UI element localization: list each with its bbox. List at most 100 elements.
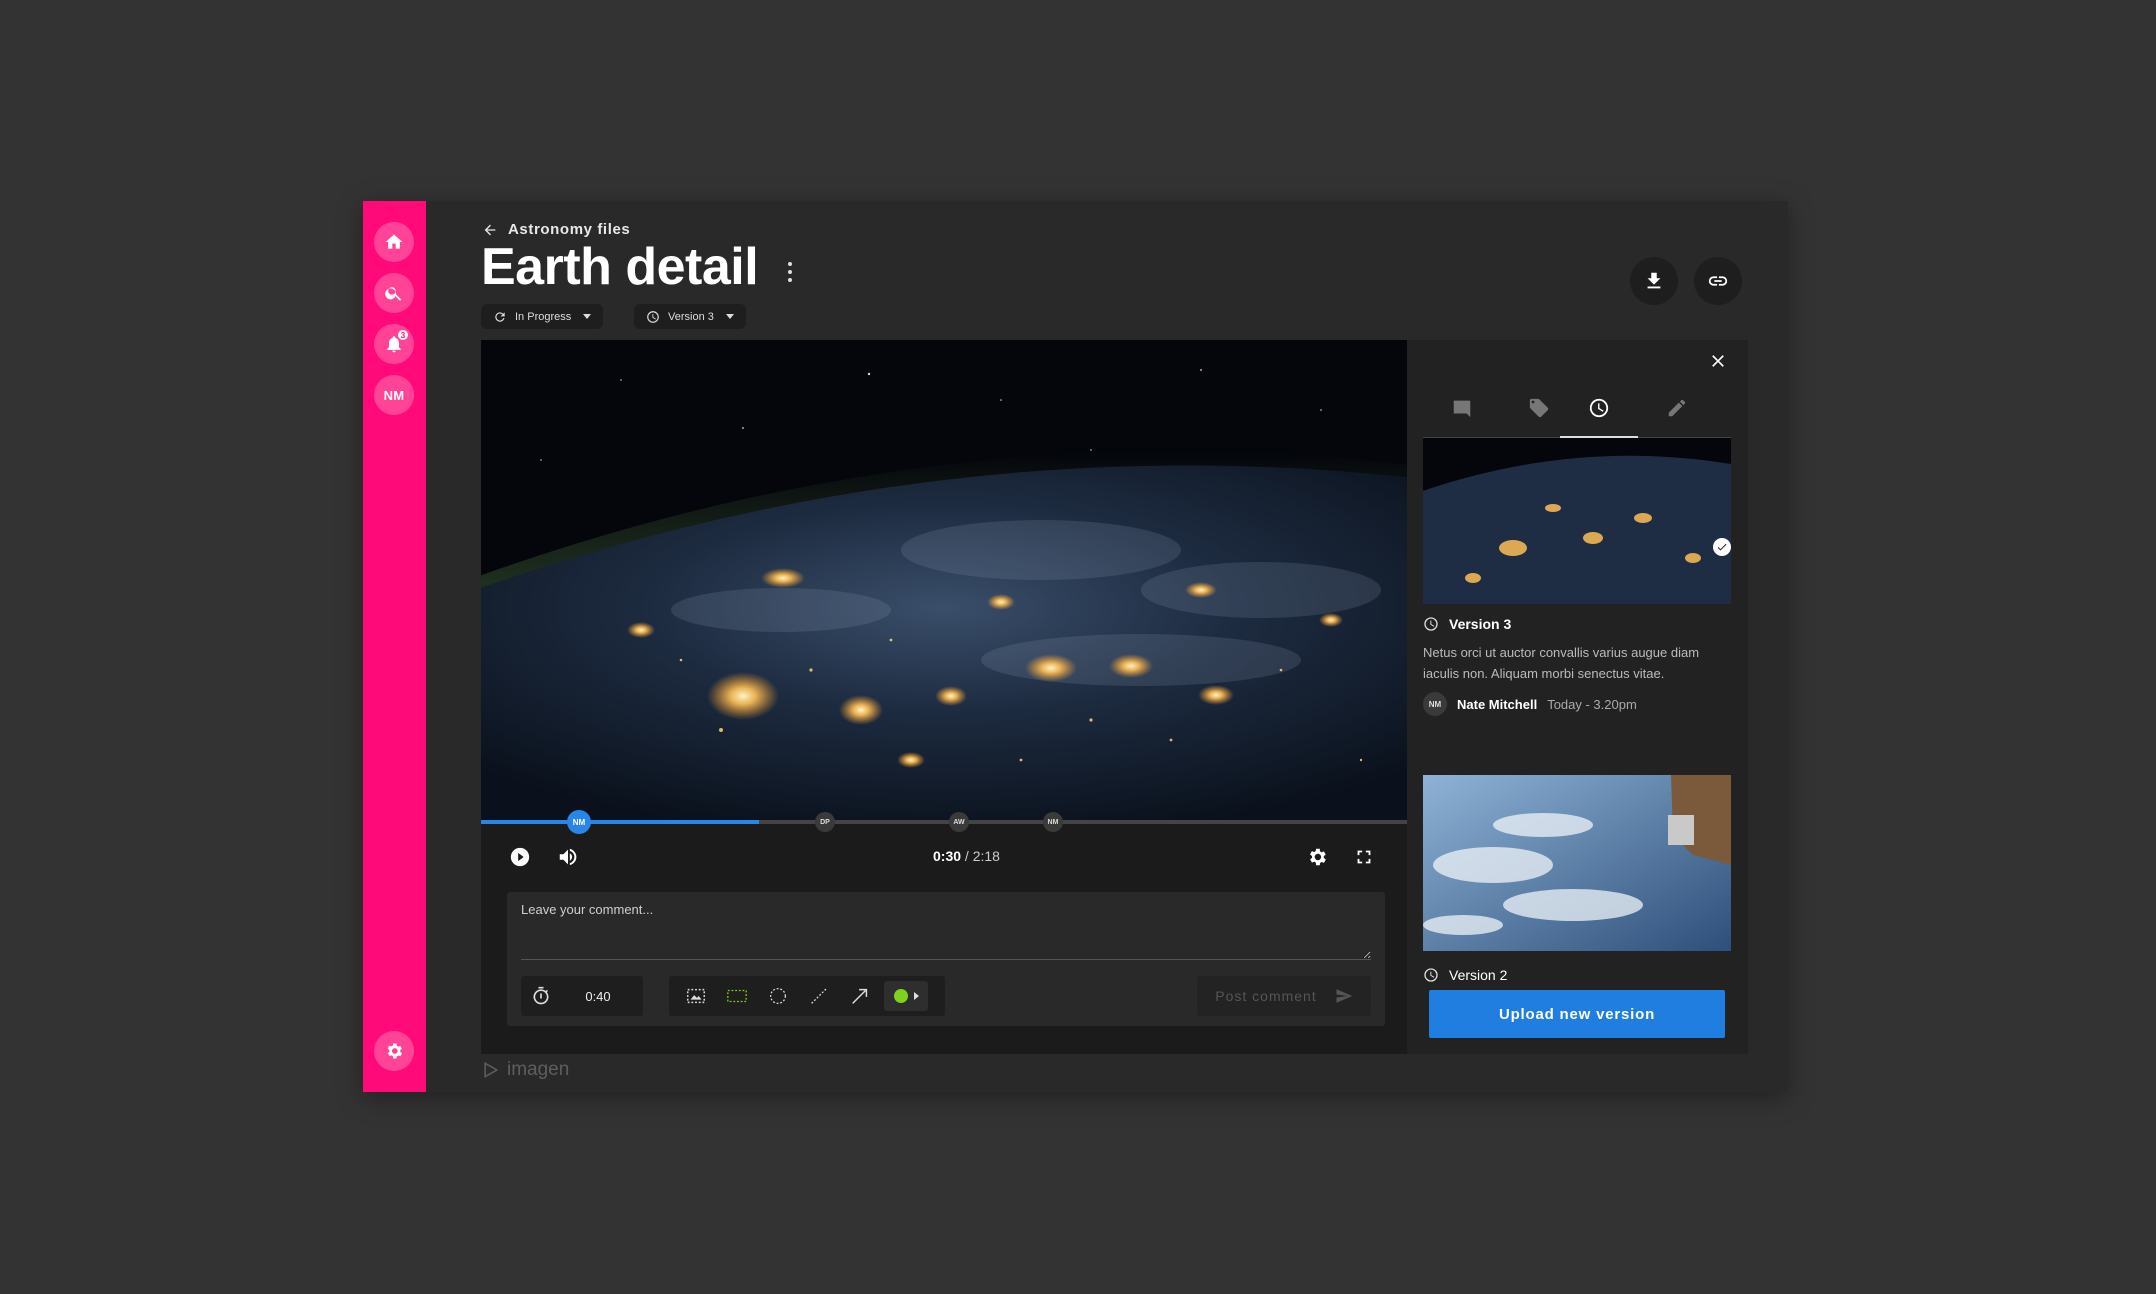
user-avatar-button[interactable]: NM — [374, 375, 414, 415]
tool-image[interactable] — [675, 976, 716, 1016]
more-options-button[interactable] — [783, 257, 797, 287]
image-select-icon — [686, 988, 705, 1004]
earth-day-thumbnail — [1423, 775, 1731, 951]
app-window: 3 NM Astronomy files Earth detail In Pro… — [363, 201, 1788, 1092]
time-separator: / — [961, 848, 973, 864]
player-settings-button[interactable] — [1303, 843, 1331, 871]
download-button[interactable] — [1630, 257, 1678, 305]
tab-comments[interactable] — [1427, 388, 1497, 428]
version-title-label: Version 3 — [1449, 616, 1512, 632]
version-thumbnail[interactable] — [1423, 438, 1731, 604]
chevron-down-icon — [583, 314, 592, 319]
breadcrumb[interactable]: Astronomy files — [482, 221, 630, 238]
tab-versions[interactable] — [1564, 388, 1634, 428]
fullscreen-button[interactable] — [1350, 843, 1378, 871]
comment-marker[interactable]: AW — [949, 812, 969, 832]
timestamp-toggle[interactable] — [521, 976, 561, 1016]
avatar: NM — [1423, 692, 1447, 716]
breadcrumb-label: Astronomy files — [508, 221, 631, 238]
tool-rectangle[interactable] — [716, 976, 757, 1016]
annotation-tools — [669, 976, 945, 1016]
review-workspace: NM DP AW NM 0:30 / 2:18 0:40 — [481, 340, 1748, 1054]
play-icon — [510, 847, 530, 867]
gear-icon — [1310, 848, 1326, 866]
gear-icon — [387, 1043, 402, 1059]
logo-icon — [484, 1062, 499, 1078]
brand-name: imagen — [507, 1059, 570, 1080]
tag-icon — [1529, 398, 1549, 418]
fullscreen-icon — [1357, 850, 1371, 864]
chevron-right-icon — [913, 992, 919, 1000]
version-dropdown[interactable]: Version 3 — [634, 304, 746, 329]
version-title[interactable]: Version 3 — [1423, 616, 1511, 632]
nav-rail: 3 NM — [363, 201, 426, 1092]
tool-ellipse[interactable] — [757, 976, 798, 1016]
post-comment-label: Post comment — [1215, 988, 1317, 1004]
earth-night-thumbnail — [1423, 438, 1731, 604]
versions-panel: Version 3 Netus orci ut auctor convallis… — [1407, 340, 1748, 1054]
time-readout: 0:30 / 2:18 — [933, 848, 1000, 864]
comment-marker[interactable]: DP — [815, 812, 835, 832]
author-timestamp: Today - 3.20pm — [1547, 696, 1637, 712]
line-icon — [810, 988, 827, 1004]
copy-link-button[interactable] — [1694, 257, 1742, 305]
refresh-icon — [495, 311, 505, 322]
brand-logo: imagen — [481, 1059, 569, 1081]
circle-icon — [769, 988, 786, 1004]
notifications-button[interactable]: 3 — [374, 324, 414, 364]
play-button[interactable] — [506, 843, 534, 871]
rectangle-icon — [726, 989, 747, 1003]
version-label: Version 3 — [668, 310, 714, 323]
version-title[interactable]: Version 2 — [1423, 967, 1507, 983]
comment-input[interactable] — [521, 902, 1371, 960]
clock-icon — [647, 310, 659, 323]
volume-button[interactable] — [554, 843, 582, 871]
page-title: Earth detail — [481, 238, 759, 296]
earth-at-night-image — [481, 340, 1407, 822]
status-label: In Progress — [515, 310, 572, 323]
send-icon — [1336, 989, 1352, 1003]
search-icon — [385, 287, 402, 301]
arrow-icon — [851, 988, 867, 1004]
volume-icon — [559, 848, 577, 866]
arrow-left-icon — [484, 224, 496, 235]
version-title-label: Version 2 — [1449, 967, 1508, 983]
upload-new-version-button[interactable]: Upload new version — [1429, 990, 1725, 1038]
stopwatch-icon — [533, 986, 549, 1005]
selected-color-swatch — [893, 989, 908, 1003]
progress-fill — [481, 820, 759, 824]
clock-icon — [1589, 398, 1609, 418]
comment-icon — [1453, 400, 1471, 418]
progress-track[interactable] — [481, 820, 1407, 824]
post-comment-button[interactable]: Post comment — [1197, 976, 1371, 1016]
clock-icon — [1424, 968, 1438, 982]
author-name: Nate Mitchell — [1457, 696, 1538, 712]
status-dropdown[interactable]: In Progress — [481, 304, 604, 329]
pencil-icon — [1668, 399, 1686, 417]
version-thumbnail[interactable] — [1423, 775, 1731, 951]
selected-version-badge — [1713, 538, 1731, 556]
comment-timestamp-group: 0:40 — [521, 976, 643, 1016]
link-icon — [1708, 276, 1728, 286]
tool-line[interactable] — [798, 976, 839, 1016]
home-button[interactable] — [374, 222, 414, 262]
color-picker[interactable] — [884, 981, 928, 1011]
settings-button[interactable] — [374, 1031, 414, 1071]
version-description: Netus orci ut auctor convallis varius au… — [1423, 645, 1700, 681]
comment-timestamp[interactable]: 0:40 — [567, 976, 629, 1016]
home-icon — [385, 234, 403, 249]
video-frame[interactable] — [481, 340, 1407, 822]
close-panel-button[interactable] — [1705, 348, 1731, 374]
close-icon — [1712, 355, 1724, 367]
comment-composer: 0:40 — [507, 892, 1385, 1026]
current-time: 0:30 — [933, 848, 962, 864]
total-time: 2:18 — [972, 848, 1000, 864]
clock-icon — [1424, 617, 1438, 631]
tool-arrow[interactable] — [839, 976, 880, 1016]
check-icon — [1717, 543, 1727, 551]
chevron-down-icon — [725, 314, 734, 319]
tab-annotations[interactable] — [1642, 388, 1712, 428]
comment-marker[interactable]: NM — [1043, 812, 1063, 832]
search-button[interactable] — [374, 273, 414, 313]
comment-marker[interactable]: NM — [567, 810, 591, 834]
